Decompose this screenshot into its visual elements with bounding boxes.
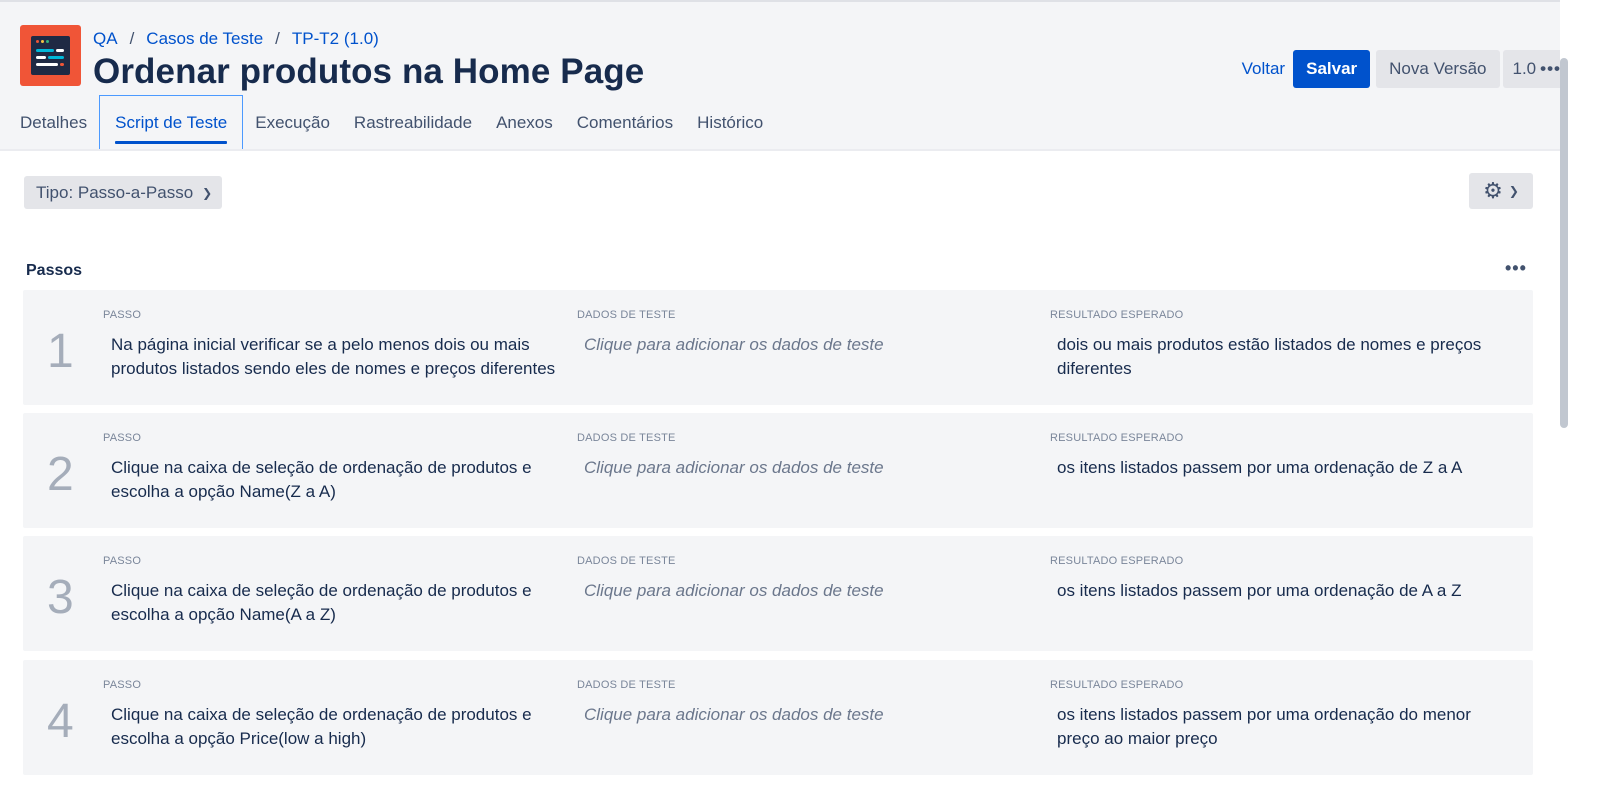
tab-historico[interactable]: Histórico: [685, 95, 775, 150]
step-row[interactable]: 2 PASSO DADOS DE TESTE RESULTADO ESPERAD…: [23, 413, 1533, 528]
section-more-icon[interactable]: •••: [1505, 258, 1527, 279]
save-button[interactable]: Salvar: [1293, 50, 1371, 88]
step-column-label: PASSO: [103, 309, 142, 321]
step-column-label: PASSO: [103, 679, 142, 691]
breadcrumb-item-link[interactable]: TP-T2 (1.0): [292, 29, 379, 49]
tab-detalhes[interactable]: Detalhes: [0, 95, 99, 150]
breadcrumb-folder-link[interactable]: Casos de Teste: [146, 29, 263, 49]
chevron-down-icon: ❯: [1508, 184, 1519, 198]
step-column-label: PASSO: [103, 432, 142, 444]
tab-anexos[interactable]: Anexos: [484, 95, 565, 150]
expected-result-text[interactable]: dois ou mais produtos estão listados de …: [1057, 333, 1507, 381]
scrollbar-thumb[interactable]: [1560, 58, 1568, 428]
data-column-label: DADOS DE TESTE: [577, 309, 676, 321]
gear-icon: ⚙: [1483, 178, 1503, 203]
tab-script-de-teste[interactable]: Script de Teste: [99, 95, 244, 150]
step-row[interactable]: 3 PASSO DADOS DE TESTE RESULTADO ESPERAD…: [23, 536, 1533, 651]
test-data-field[interactable]: Clique para adicionar os dados de teste: [584, 703, 1024, 727]
tab-comentarios[interactable]: Comentários: [565, 95, 685, 150]
tab-execucao[interactable]: Execução: [243, 95, 342, 150]
step-row[interactable]: 4 PASSO DADOS DE TESTE RESULTADO ESPERAD…: [23, 660, 1533, 775]
section-title: Passos: [26, 262, 83, 279]
more-icon: •••: [1540, 59, 1561, 78]
breadcrumb-separator: /: [275, 29, 280, 48]
step-row[interactable]: 1 PASSO DADOS DE TESTE RESULTADO ESPERAD…: [23, 290, 1533, 405]
step-column-label: PASSO: [103, 555, 142, 567]
chevron-down-icon: ❯: [202, 185, 213, 200]
type-select-value: Tipo: Passo-a-Passo: [36, 182, 194, 202]
version-label: 1.0: [1512, 59, 1537, 78]
step-number: 3: [47, 571, 74, 624]
step-text[interactable]: Clique na caixa de seleção de ordenação …: [111, 456, 571, 504]
step-text[interactable]: Na página inicial verificar se a pelo me…: [111, 333, 571, 381]
data-column-label: DADOS DE TESTE: [577, 555, 676, 567]
step-number: 4: [47, 695, 74, 748]
tab-divider: [0, 149, 1560, 151]
app-logo-icon: [20, 25, 81, 86]
result-column-label: RESULTADO ESPERADO: [1050, 555, 1184, 567]
settings-button[interactable]: ⚙ ❯: [1469, 173, 1533, 209]
expected-result-text[interactable]: os itens listados passem por uma ordenaç…: [1057, 579, 1507, 603]
breadcrumb-separator: /: [129, 29, 135, 48]
result-column-label: RESULTADO ESPERADO: [1050, 432, 1184, 444]
back-link[interactable]: Voltar: [1242, 59, 1285, 79]
step-number: 1: [47, 325, 74, 378]
breadcrumb-project-link[interactable]: QA: [93, 29, 118, 49]
breadcrumb: QA / Casos de Teste / TP-T2 (1.0): [93, 29, 379, 49]
tab-bar: Detalhes Script de Teste Execução Rastre…: [0, 95, 775, 150]
result-column-label: RESULTADO ESPERADO: [1050, 679, 1184, 691]
expected-result-text[interactable]: os itens listados passem por uma ordenaç…: [1057, 456, 1507, 480]
step-text[interactable]: Clique na caixa de seleção de ordenação …: [111, 579, 571, 627]
result-column-label: RESULTADO ESPERADO: [1050, 309, 1184, 321]
test-data-field[interactable]: Clique para adicionar os dados de teste: [584, 579, 1024, 603]
page-title: Ordenar produtos na Home Page: [93, 52, 645, 91]
type-select[interactable]: Tipo: Passo-a-Passo ❯: [24, 176, 223, 209]
header-actions: Voltar Salvar Nova Versão 1.0 •••: [1242, 50, 1571, 88]
data-column-label: DADOS DE TESTE: [577, 679, 676, 691]
tab-rastreabilidade[interactable]: Rastreabilidade: [342, 95, 484, 150]
new-version-button[interactable]: Nova Versão: [1376, 50, 1500, 88]
expected-result-text[interactable]: os itens listados passem por uma ordenaç…: [1057, 703, 1507, 751]
step-text[interactable]: Clique na caixa de seleção de ordenação …: [111, 703, 571, 751]
test-data-field[interactable]: Clique para adicionar os dados de teste: [584, 333, 1024, 357]
test-data-field[interactable]: Clique para adicionar os dados de teste: [584, 456, 1024, 480]
step-number: 2: [47, 448, 74, 501]
data-column-label: DADOS DE TESTE: [577, 432, 676, 444]
